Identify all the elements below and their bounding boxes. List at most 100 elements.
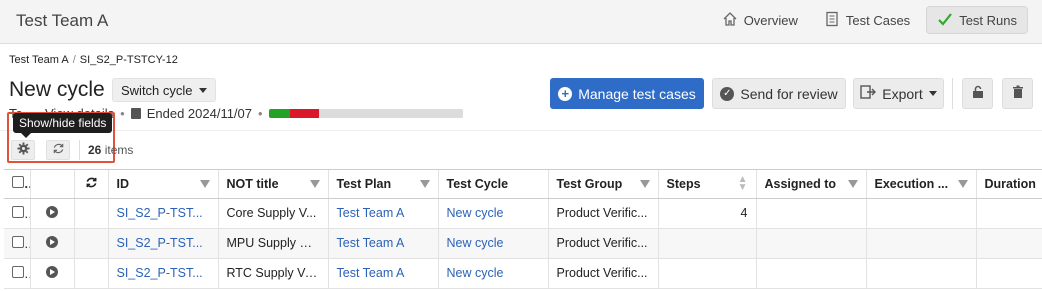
- refresh-button[interactable]: [46, 140, 70, 160]
- column-header-sync[interactable]: [74, 170, 109, 199]
- top-nav: Overview Test Cases Test Runs: [712, 6, 1028, 34]
- column-header-label: Test Plan: [336, 176, 392, 191]
- title-cell: MPU Supply Vo...: [218, 228, 329, 259]
- test-cycle-link[interactable]: New cycle: [447, 266, 504, 280]
- column-header-label: NOT title: [226, 176, 279, 191]
- play-icon[interactable]: [46, 265, 58, 278]
- switch-cycle-button[interactable]: Switch cycle: [112, 78, 216, 102]
- run-cell[interactable]: [30, 198, 75, 229]
- column-header-execution[interactable]: Execution ...: [866, 170, 977, 199]
- row-checkbox-cell[interactable]: [4, 198, 31, 229]
- items-count-number: 26: [88, 143, 102, 157]
- column-header-test-group[interactable]: Test Group: [548, 170, 659, 199]
- table-row[interactable]: SI_S2_P-TST... RTC Supply Vo... Test Tea…: [4, 258, 1042, 289]
- title-cell: Core Supply V...: [218, 198, 329, 229]
- test-cycle-link[interactable]: New cycle: [447, 206, 504, 220]
- sync-cell: [74, 228, 109, 259]
- export-button[interactable]: Export: [853, 78, 944, 109]
- test-id-link[interactable]: SI_S2_P-TST...: [117, 266, 203, 280]
- ended-date: Ended 2024/11/07: [146, 106, 253, 121]
- column-header-steps[interactable]: Steps ▲ ▼: [658, 170, 757, 199]
- divider: [952, 78, 953, 109]
- run-cell[interactable]: [30, 228, 75, 259]
- steps-cell: 4: [658, 198, 757, 229]
- progress-segment: [268, 109, 290, 118]
- column-header-label: Steps: [666, 176, 701, 191]
- filter-icon[interactable]: [639, 179, 650, 188]
- run-cell[interactable]: [30, 258, 75, 289]
- column-header-label: Execution ...: [874, 176, 949, 191]
- column-header-assigned-to[interactable]: Assigned to: [756, 170, 867, 199]
- id-cell[interactable]: SI_S2_P-TST...: [108, 258, 219, 289]
- table-header-row: ID NOT title Test Plan Test Cycle Test G…: [4, 170, 1042, 199]
- refresh-icon: [52, 142, 65, 158]
- home-icon: [722, 11, 738, 30]
- filter-icon[interactable]: [199, 179, 210, 188]
- progress-segment: [289, 109, 319, 118]
- filter-icon[interactable]: [419, 179, 430, 188]
- test-plan-link[interactable]: Test Team A: [337, 236, 405, 250]
- duration-cell: [976, 198, 1042, 229]
- nav-overview[interactable]: Overview: [712, 6, 808, 34]
- breadcrumb-cycle[interactable]: SI_S2_P-TSTCY-12: [80, 54, 178, 66]
- cycle-cell[interactable]: New cycle: [438, 198, 549, 229]
- top-header: Test Team A Overview Test Cases Test Run…: [0, 0, 1042, 44]
- meta-separator: •: [120, 106, 125, 121]
- nav-test-runs[interactable]: Test Runs: [926, 6, 1028, 34]
- breadcrumb-team[interactable]: Test Team A: [9, 54, 69, 66]
- divider: [79, 140, 80, 160]
- select-all-checkbox[interactable]: [12, 176, 24, 189]
- nav-test-cases[interactable]: Test Cases: [814, 6, 920, 34]
- test-plan-link[interactable]: Test Team A: [337, 206, 405, 220]
- sync-icon: [85, 177, 98, 192]
- nav-test-cases-label: Test Cases: [845, 12, 911, 28]
- row-checkbox[interactable]: [12, 265, 24, 278]
- column-header-test-plan[interactable]: Test Plan: [328, 170, 439, 199]
- test-id-link[interactable]: SI_S2_P-TST...: [117, 206, 203, 220]
- send-for-review-button[interactable]: ✓ Send for review: [712, 78, 846, 109]
- group-cell: Product Verific...: [548, 228, 659, 259]
- play-icon[interactable]: [46, 205, 58, 218]
- plan-cell[interactable]: Test Team A: [328, 228, 439, 259]
- column-header-label: Test Group: [556, 176, 623, 191]
- column-header-not-title[interactable]: NOT title: [218, 170, 329, 199]
- cycle-cell[interactable]: New cycle: [438, 228, 549, 259]
- column-header-id[interactable]: ID: [108, 170, 219, 199]
- show-hide-fields-button[interactable]: [11, 140, 35, 160]
- filter-icon[interactable]: [957, 179, 968, 188]
- plan-cell[interactable]: Test Team A: [328, 258, 439, 289]
- tooltip: Show/hide fields: [13, 113, 113, 138]
- nav-test-runs-label: Test Runs: [959, 12, 1017, 28]
- gear-icon: [16, 142, 30, 158]
- unlock-button[interactable]: [962, 78, 993, 109]
- nav-overview-label: Overview: [743, 12, 798, 28]
- select-all-checkbox-cell[interactable]: [4, 170, 31, 199]
- send-for-review-label: Send for review: [740, 85, 838, 102]
- table-row[interactable]: SI_S2_P-TST... Core Supply V... Test Tea…: [4, 198, 1042, 229]
- filter-icon[interactable]: [309, 179, 320, 188]
- test-id-link[interactable]: SI_S2_P-TST...: [117, 236, 203, 250]
- sort-icon[interactable]: ▲ ▼: [738, 174, 748, 192]
- group-cell: Product Verific...: [548, 258, 659, 289]
- id-cell[interactable]: SI_S2_P-TST...: [108, 228, 219, 259]
- test-plan-link[interactable]: Test Team A: [337, 266, 405, 280]
- row-checkbox[interactable]: [12, 235, 24, 248]
- column-header-run: [30, 170, 75, 199]
- table-row[interactable]: SI_S2_P-TST... MPU Supply Vo... Test Tea…: [4, 228, 1042, 259]
- column-header-label: Assigned to: [764, 176, 837, 191]
- column-header-test-cycle[interactable]: Test Cycle: [438, 170, 549, 199]
- filter-icon[interactable]: [847, 179, 858, 188]
- row-checkbox[interactable]: [12, 205, 24, 218]
- id-cell[interactable]: SI_S2_P-TST...: [108, 198, 219, 229]
- test-cycle-link[interactable]: New cycle: [447, 236, 504, 250]
- manage-test-cases-button[interactable]: + Manage test cases: [550, 78, 704, 109]
- plan-cell[interactable]: Test Team A: [328, 198, 439, 229]
- play-icon[interactable]: [46, 235, 58, 248]
- duration-cell: [976, 258, 1042, 289]
- delete-button[interactable]: [1002, 78, 1033, 109]
- column-header-duration[interactable]: Duration: [976, 170, 1042, 199]
- cycle-cell[interactable]: New cycle: [438, 258, 549, 289]
- column-header-label: Duration: [984, 176, 1036, 191]
- row-checkbox-cell[interactable]: [4, 228, 31, 259]
- row-checkbox-cell[interactable]: [4, 258, 31, 289]
